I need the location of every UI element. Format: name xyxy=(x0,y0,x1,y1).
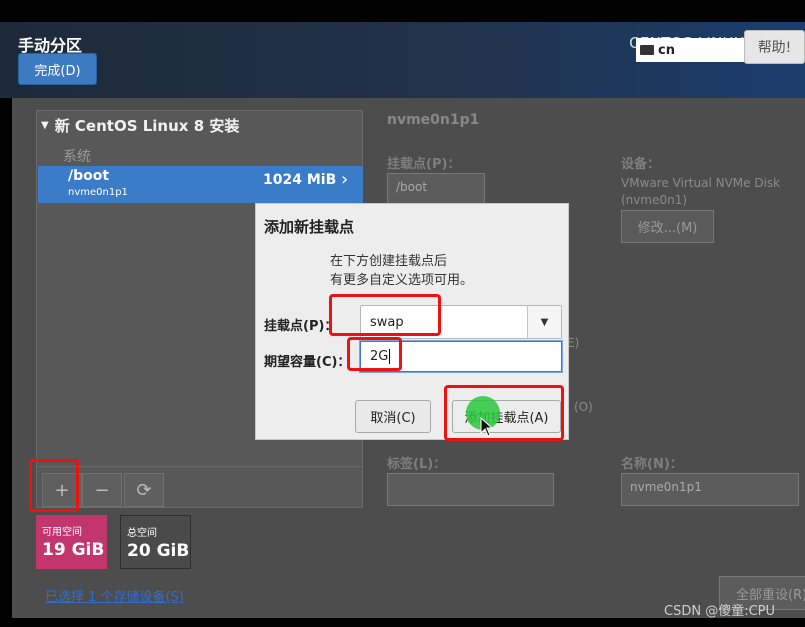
dialog-desc-line-2: 有更多自定义选项可用。 xyxy=(330,273,474,288)
keyboard-icon xyxy=(640,45,654,55)
device-text-line-1: VMware Virtual NVMe Disk xyxy=(621,176,781,190)
device-description: VMware Virtual NVMe Disk (nvme0n1) xyxy=(621,175,780,209)
done-button[interactable]: 完成(D) xyxy=(18,53,97,85)
partition-title: nvme0n1p1 xyxy=(387,112,480,128)
top-black-strip xyxy=(0,0,805,22)
dialog-title: 添加新挂载点 xyxy=(264,218,355,236)
mount-point-field[interactable]: /boot xyxy=(387,173,485,205)
device-text-line-2: (nvme0n1) xyxy=(621,193,688,207)
available-space-value: 19 GiB xyxy=(42,540,105,560)
obscured-text-2: (O) xyxy=(574,400,593,414)
keyboard-layout-indicator[interactable]: cn xyxy=(636,38,746,62)
dropdown-arrow-icon[interactable]: ▼ xyxy=(527,306,561,338)
modify-button[interactable]: 修改...(M) xyxy=(621,210,714,243)
mount-point-name: /boot xyxy=(68,168,110,184)
mount-point-field-label: 挂载点(P)： xyxy=(387,157,461,172)
highlight-capacity-value xyxy=(347,337,402,371)
name-label: 名称(N)： xyxy=(621,457,683,472)
system-section-label: 系统 xyxy=(63,149,91,165)
total-space-label: 总空间 xyxy=(127,528,157,539)
total-space-box: 总空间 20 GiB xyxy=(120,515,191,569)
mount-device-name: nvme0n1p1 xyxy=(68,187,128,198)
cancel-button[interactable]: 取消(C) xyxy=(355,400,431,433)
mount-point-label: 挂载点(P)： xyxy=(264,319,338,334)
highlight-add-button xyxy=(29,459,79,512)
dialog-desc-line-1: 在下方创建挂载点后 xyxy=(330,254,448,269)
available-space-label: 可用空间 xyxy=(42,527,82,538)
help-button[interactable]: 帮助! xyxy=(744,30,805,64)
watermark: CSDN @傻童:CPU xyxy=(664,604,776,619)
tag-label: 标签(L)： xyxy=(387,457,447,472)
selected-storage-link[interactable]: 已选择 1 个存储设备(S) xyxy=(45,586,184,605)
capacity-label: 期望容量(C)： xyxy=(264,355,351,370)
highlight-add-mount-button xyxy=(444,385,564,441)
keyboard-layout-label: cn xyxy=(658,42,675,58)
highlight-mount-value xyxy=(329,294,441,336)
total-space-value: 20 GiB xyxy=(127,541,190,561)
mount-row-boot[interactable]: /boot nvme0n1p1 1024 MiB › xyxy=(38,166,363,203)
mount-size: 1024 MiB xyxy=(263,172,337,188)
install-heading[interactable]: ▼ 新 CentOS Linux 8 安装 xyxy=(41,115,239,136)
tag-field[interactable] xyxy=(387,473,554,506)
expander-triangle-icon[interactable]: ▼ xyxy=(41,120,49,131)
dialog-description: 在下方创建挂载点后 有更多自定义选项可用。 xyxy=(330,252,473,290)
remove-mount-button[interactable]: − xyxy=(82,473,122,507)
name-field[interactable]: nvme0n1p1 xyxy=(621,473,799,506)
install-heading-label: 新 CentOS Linux 8 安装 xyxy=(54,117,240,135)
device-label: 设备： xyxy=(621,157,661,172)
available-space-box: 可用空间 19 GiB xyxy=(36,515,107,569)
panel-toolbar: + − ⟳ xyxy=(38,466,363,508)
refresh-button[interactable]: ⟳ xyxy=(124,473,164,507)
chevron-right-icon: › xyxy=(341,169,349,190)
